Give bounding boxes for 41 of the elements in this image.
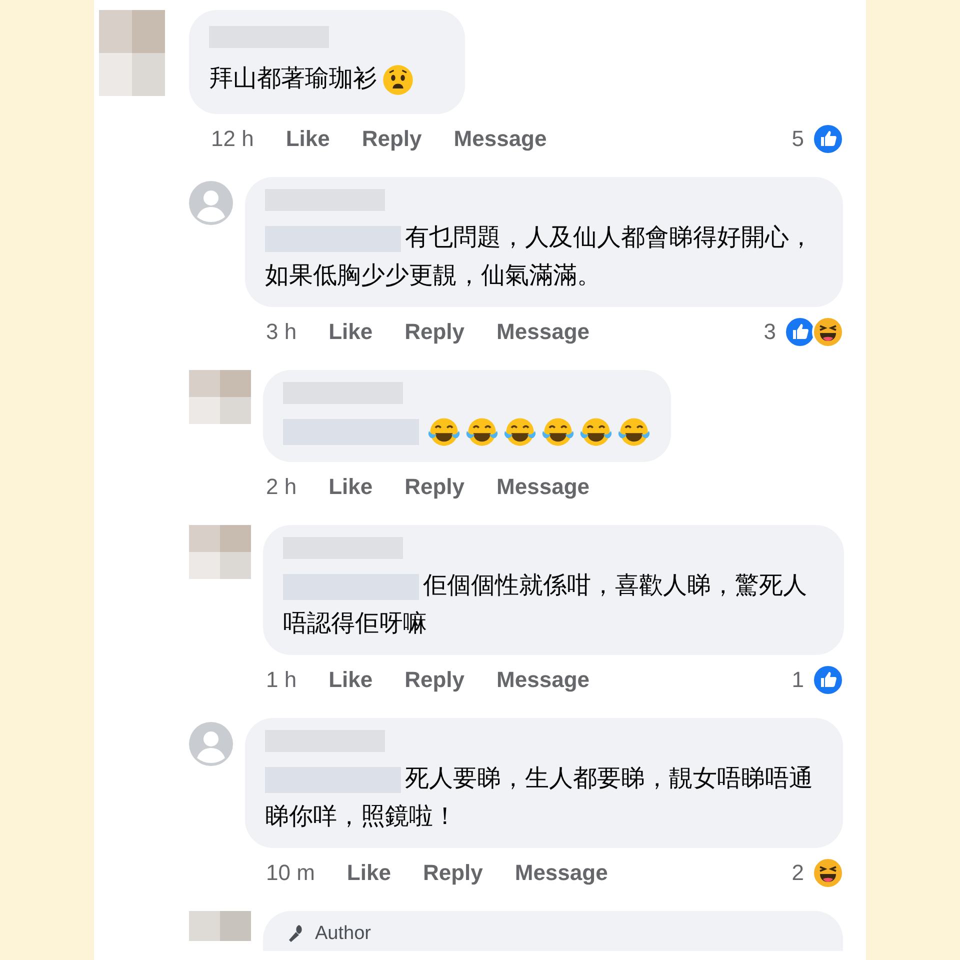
reaction-count: 2	[792, 859, 804, 887]
reaction-count: 5	[792, 125, 804, 153]
default-avatar[interactable]	[189, 722, 233, 766]
comment-time: 3 h	[266, 318, 297, 346]
comment-action-link[interactable]: Reply	[404, 315, 465, 348]
blurred-avatar[interactable]	[99, 10, 165, 96]
comment-action-link[interactable]: Message	[496, 663, 590, 696]
comment-text: 佢個個性就係咁，喜歡人睇，驚死人唔認得佢呀嘛	[283, 572, 807, 637]
comment-time: 1 h	[266, 666, 297, 694]
comment-time: 2 h	[266, 473, 297, 501]
default-avatar[interactable]	[189, 181, 233, 225]
comment-action-link[interactable]: Reply	[422, 856, 483, 889]
comment-action-link[interactable]: Reply	[362, 122, 422, 155]
comment-action-link[interactable]: Like	[328, 663, 373, 696]
worried-face-icon	[381, 62, 415, 97]
blurred-avatar[interactable]	[189, 370, 251, 424]
comment-action-link[interactable]: Like	[346, 856, 391, 889]
comment-action-link[interactable]: Like	[286, 122, 330, 155]
laughing-face-icon	[812, 316, 844, 348]
comment-time: 10 m	[266, 859, 315, 887]
comment-action-link[interactable]: Like	[328, 315, 373, 348]
comment-text: 拜山都著瑜珈衫	[209, 65, 377, 92]
blurred-avatar[interactable]	[189, 911, 251, 941]
comment-action-link[interactable]: Message	[514, 856, 608, 889]
thumbs-up-icon	[812, 664, 844, 696]
comment-time: 12 h	[211, 125, 254, 153]
thumbs-up-icon	[784, 316, 816, 348]
comment-action-link[interactable]: Message	[496, 315, 590, 348]
comment-action-link[interactable]: Reply	[404, 470, 465, 503]
comment-action-link[interactable]: Message	[454, 122, 547, 155]
thumbs-up-icon	[812, 122, 844, 154]
blurred-avatar[interactable]	[189, 525, 251, 579]
comment-action-link[interactable]: Reply	[404, 663, 465, 696]
comment-action-link[interactable]: Like	[328, 470, 373, 503]
reaction-count: 3	[764, 318, 776, 346]
reaction-count: 1	[792, 666, 804, 694]
comment-text: 死人要睇，生人都要睇，靚女唔睇唔通睇你咩，照鏡啦！	[265, 765, 813, 830]
badge-label: Author	[315, 924, 371, 942]
laughing-face-icon	[812, 856, 844, 888]
comment-text: 有乜問題，人及仙人都會睇得好開心，如果低胸少少更靚，仙氣滿滿。	[265, 224, 813, 289]
comment-action-link[interactable]: Message	[496, 470, 590, 503]
